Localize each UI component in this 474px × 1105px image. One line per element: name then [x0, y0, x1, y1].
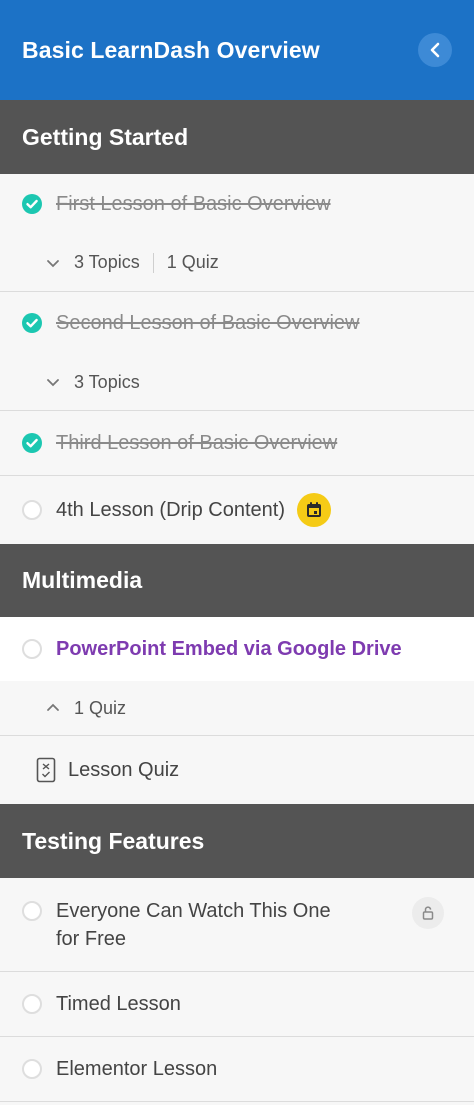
chevron-down-icon[interactable] — [46, 256, 60, 270]
lesson-item-current[interactable]: PowerPoint Embed via Google Drive — [0, 617, 474, 681]
status-circle-icon — [22, 901, 42, 921]
lesson-meta: 1 Quiz — [0, 681, 474, 736]
status-circle-icon — [22, 500, 42, 520]
quiz-icon — [36, 757, 56, 783]
lesson-item[interactable]: Third Lesson of Basic Overview — [0, 411, 474, 476]
chevron-down-icon[interactable] — [46, 375, 60, 389]
lesson-title: Elementor Lesson — [56, 1057, 218, 1080]
section-multimedia: Multimedia — [0, 544, 474, 617]
calendar-icon — [297, 493, 332, 527]
course-header: Basic LearnDash Overview — [0, 0, 474, 100]
quiz-count[interactable]: 1 Quiz — [167, 252, 219, 273]
check-circle-icon — [22, 313, 42, 333]
status-circle-icon — [22, 994, 42, 1014]
check-circle-icon — [22, 433, 42, 453]
lesson-title: Third Lesson of Basic Overview — [56, 431, 338, 454]
lesson-title: Second Lesson of Basic Overview — [56, 311, 360, 334]
lesson-item[interactable]: Everyone Can Watch This One for Free — [0, 878, 474, 972]
lesson-item[interactable]: 4th Lesson (Drip Content) — [0, 476, 474, 544]
collapse-sidebar-button[interactable] — [418, 33, 452, 67]
section-testing-features: Testing Features — [0, 804, 474, 878]
lesson-title: 4th Lesson (Drip Content) — [56, 498, 286, 521]
check-circle-icon — [22, 194, 42, 214]
lesson-item[interactable]: Elementor Lesson — [0, 1037, 474, 1102]
quiz-title: Lesson Quiz — [68, 758, 180, 781]
lesson-meta: 3 Topics 1 Quiz — [0, 234, 474, 292]
lesson-title: First Lesson of Basic Overview — [56, 192, 331, 215]
divider — [152, 252, 154, 273]
quiz-item[interactable]: Lesson Quiz — [0, 736, 474, 804]
lesson-title: PowerPoint Embed via Google Drive — [56, 637, 402, 660]
status-circle-icon — [22, 1059, 42, 1079]
chevron-up-icon[interactable] — [46, 701, 60, 715]
lesson-item[interactable]: Second Lesson of Basic Overview — [0, 292, 474, 354]
lesson-title-line: for Free — [56, 928, 127, 950]
topics-count[interactable]: 3 Topics — [74, 372, 140, 393]
lesson-item[interactable]: Timed Lesson — [0, 972, 474, 1037]
chevron-left-icon — [430, 42, 440, 58]
quiz-count[interactable]: 1 Quiz — [74, 698, 126, 719]
topics-count[interactable]: 3 Topics — [74, 252, 140, 273]
course-title: Basic LearnDash Overview — [22, 36, 320, 63]
lesson-title: Timed Lesson — [56, 992, 181, 1015]
lesson-item[interactable]: First Lesson of Basic Overview — [0, 174, 474, 234]
lesson-title-line: Everyone Can Watch This One — [56, 900, 331, 922]
lesson-title: Everyone Can Watch This One for Free — [56, 897, 412, 953]
section-getting-started: Getting Started — [0, 100, 474, 174]
status-circle-icon — [22, 639, 42, 659]
lesson-meta: 3 Topics — [0, 354, 474, 411]
unlock-icon — [412, 897, 444, 929]
